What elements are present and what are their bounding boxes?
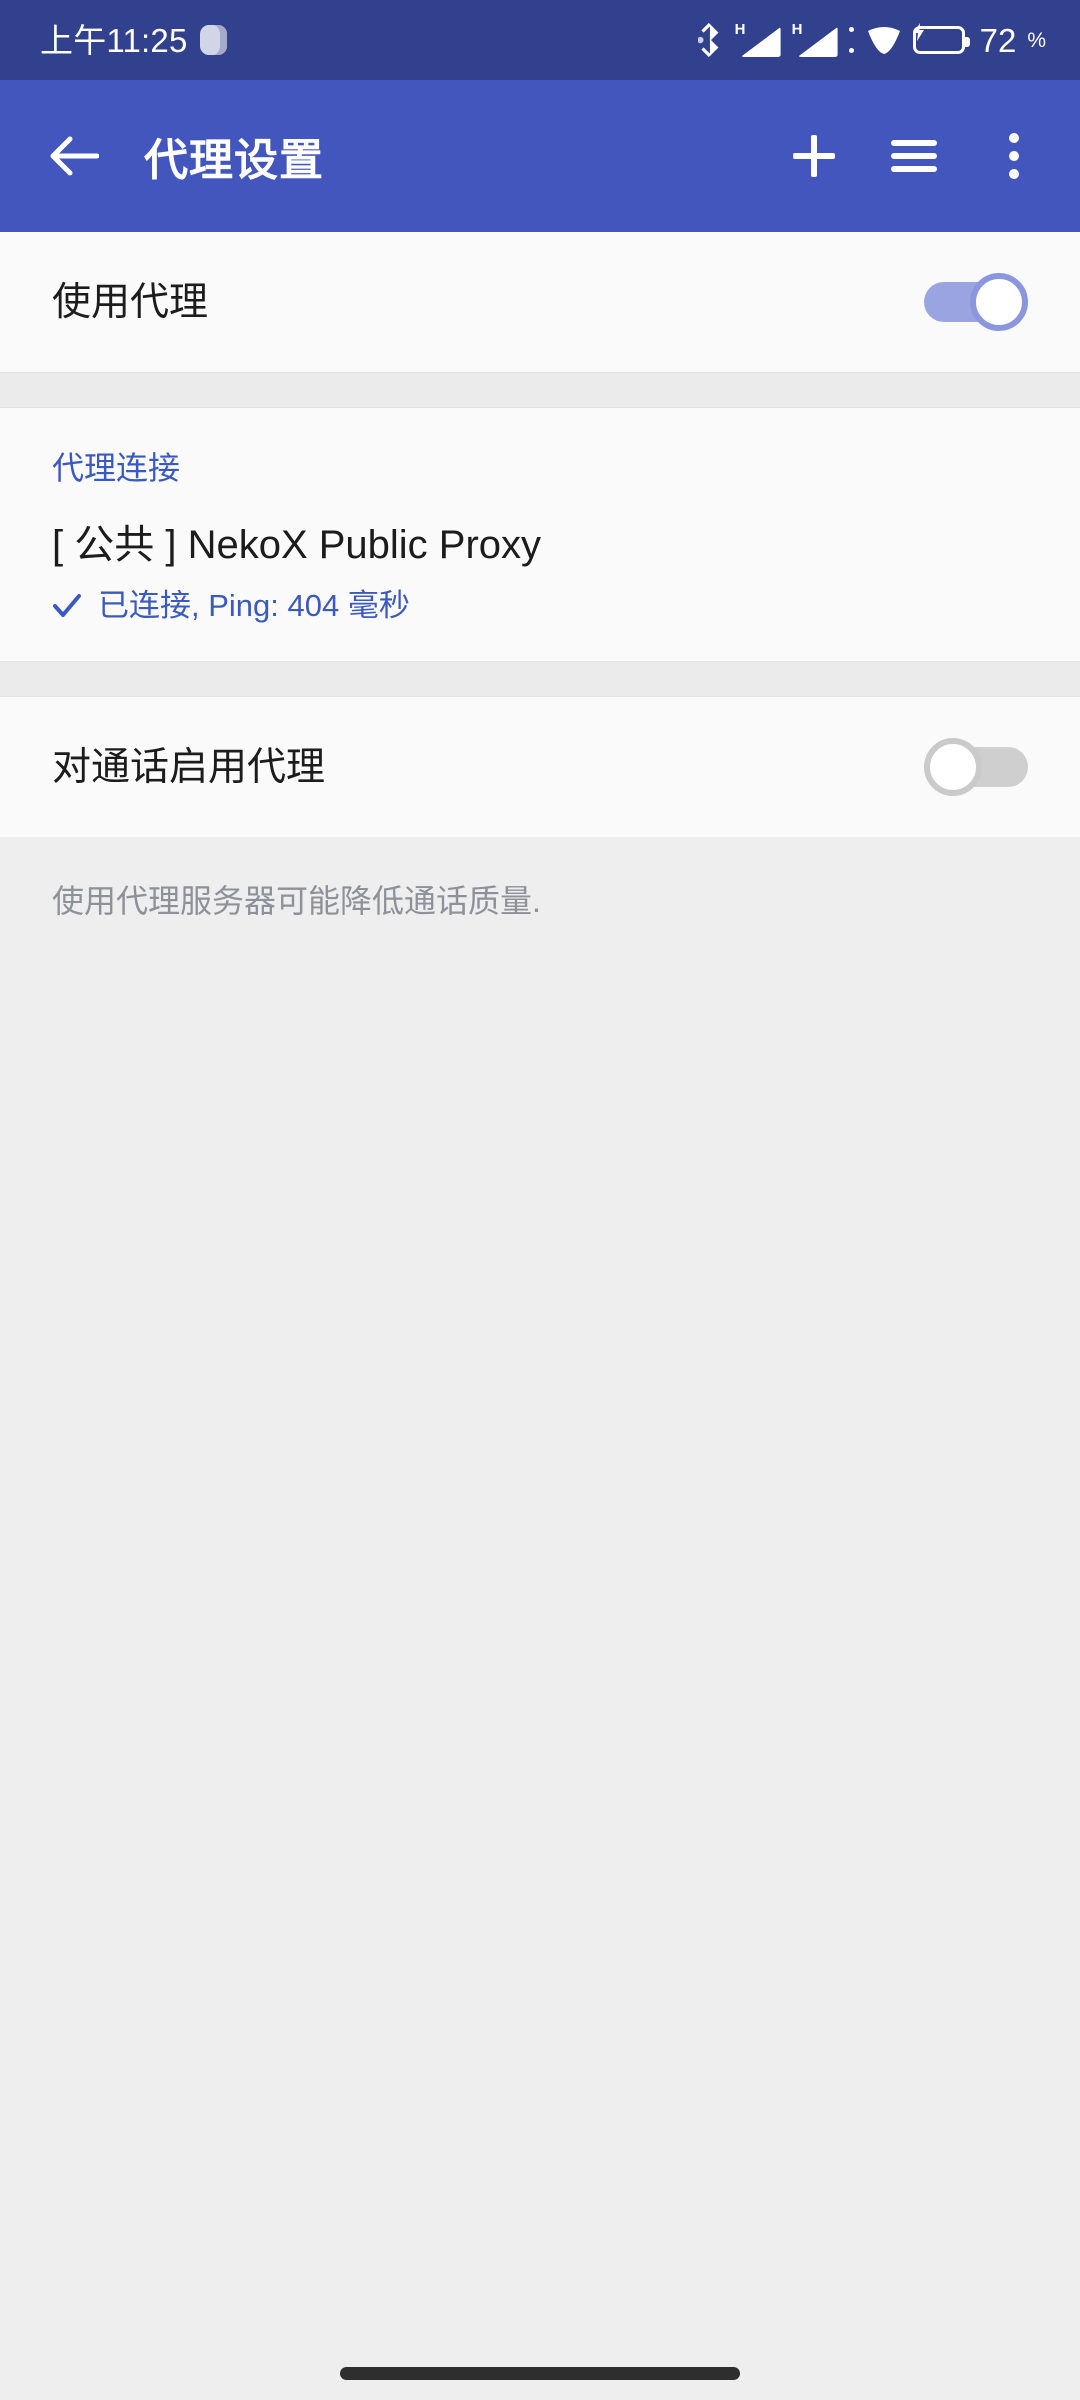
section-divider-2 — [0, 661, 1080, 697]
proxy-connection-header: 代理连接 — [52, 450, 181, 486]
signal-2-icon: H — [791, 21, 838, 57]
charging-bolt-icon — [913, 23, 924, 41]
use-proxy-row[interactable]: 使用代理 — [0, 232, 1080, 372]
proxy-name-label: [ 公共 ] NekoX Public Proxy — [52, 523, 542, 567]
signal-2-bars — [797, 27, 838, 57]
calls-proxy-toggle[interactable] — [924, 738, 1028, 796]
bluetooth-icon — [697, 23, 719, 57]
status-bar: 上午11:25 H H 72 % — [0, 0, 1080, 80]
battery-charging-icon — [912, 23, 970, 54]
calls-proxy-section: 对通话启用代理 — [0, 697, 1080, 837]
status-bar-clock: 上午11:25 — [40, 21, 188, 59]
signal-separator-dots-icon — [849, 27, 855, 53]
app-bar: 代理设置 — [0, 80, 1080, 232]
calls-proxy-label: 对通话启用代理 — [52, 745, 326, 789]
overflow-menu-button[interactable] — [964, 106, 1064, 206]
status-bar-left: 上午11:25 — [40, 24, 227, 57]
calls-proxy-toggle-thumb — [924, 738, 982, 796]
proxy-status-label: 已连接, Ping: 404 毫秒 — [98, 588, 410, 623]
signal-1-icon: H — [734, 21, 781, 57]
use-proxy-label: 使用代理 — [52, 280, 209, 324]
settings-content: 使用代理 代理连接 [ 公共 ] NekoX Public Proxy 已连接,… — [0, 232, 1080, 2400]
reorder-button[interactable] — [864, 106, 964, 206]
home-gesture-pill[interactable] — [340, 2367, 740, 2380]
footer-note-text: 使用代理服务器可能降低通话质量. — [52, 883, 541, 919]
page-title: 代理设置 — [144, 136, 324, 185]
battery-percent-label: 72 — [979, 21, 1017, 59]
use-proxy-section: 使用代理 — [0, 232, 1080, 372]
add-proxy-button[interactable] — [764, 106, 864, 206]
plus-icon — [793, 135, 835, 177]
section-divider-1 — [0, 372, 1080, 408]
status-bar-right: H H 72 % — [697, 21, 1046, 59]
footer-note: 使用代理服务器可能降低通话质量. — [0, 837, 1080, 923]
use-proxy-toggle[interactable] — [924, 273, 1028, 331]
calls-proxy-row[interactable]: 对通话启用代理 — [0, 697, 1080, 837]
proxy-status: 已连接, Ping: 404 毫秒 — [52, 590, 1028, 621]
proxy-connection-item[interactable]: 代理连接 [ 公共 ] NekoX Public Proxy 已连接, Ping… — [0, 408, 1080, 661]
notification-pill-icon — [199, 25, 227, 55]
app-bar-actions — [764, 106, 1080, 206]
three-dots-vertical-icon — [1009, 133, 1019, 179]
wifi-icon — [867, 27, 900, 54]
network-type-1-label: H — [734, 21, 746, 38]
back-button[interactable] — [32, 114, 116, 198]
back-arrow-icon — [50, 136, 99, 176]
phone-screen: 上午11:25 H H 72 % 代理设置 使用代理 代理连接 [公共] N… — [0, 0, 1080, 2400]
battery-percent-unit: % — [1027, 28, 1046, 52]
use-proxy-toggle-thumb — [970, 273, 1028, 331]
check-icon — [53, 593, 81, 617]
network-type-2-label: H — [791, 21, 803, 38]
proxy-connection-section: 代理连接 [ 公共 ] NekoX Public Proxy 已连接, Ping… — [0, 408, 1080, 661]
signal-1-bars — [740, 27, 781, 57]
hamburger-icon — [891, 140, 937, 172]
